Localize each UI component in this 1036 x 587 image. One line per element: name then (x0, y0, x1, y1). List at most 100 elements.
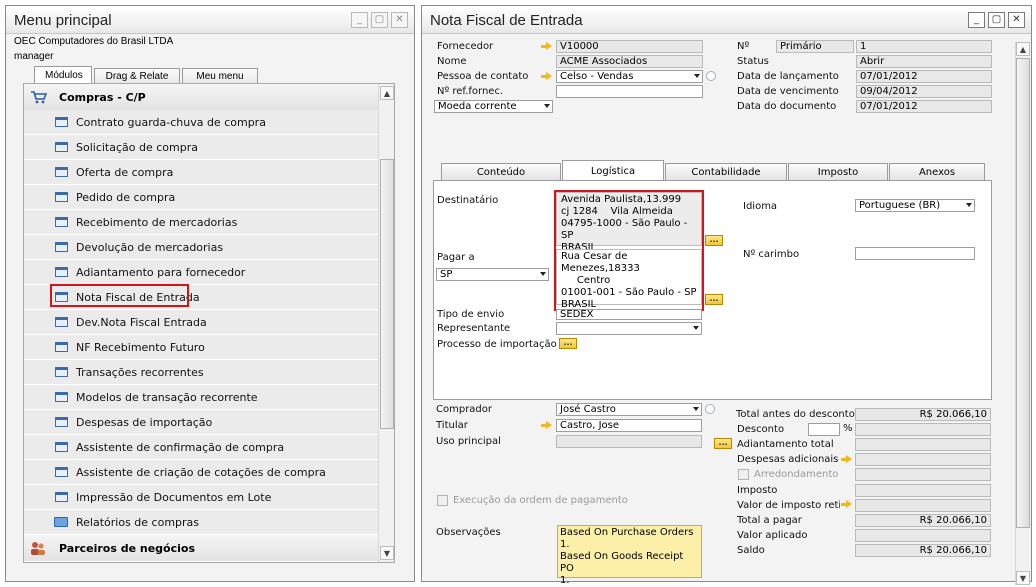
form-window-icon (55, 167, 68, 177)
section-parceiros-label: Parceiros de negócios (59, 541, 196, 555)
close-button[interactable]: ✕ (391, 12, 408, 28)
menu-item[interactable]: Relatórios de compras (24, 510, 379, 535)
obs-line: Based On Purchase Orders 1. (560, 527, 694, 550)
tab-contabilidade[interactable]: Contabilidade (665, 163, 787, 180)
menu-item[interactable]: Pedido de compra (24, 185, 379, 210)
representante-select[interactable] (556, 322, 702, 335)
despesas-value[interactable] (855, 453, 991, 466)
contato-link-arrow-icon[interactable] (541, 72, 552, 81)
menu-item-label: Impressão de Documentos em Lote (76, 490, 272, 504)
despesas-label: Despesas adicionais (737, 454, 839, 465)
tab-logistica[interactable]: Logística (562, 160, 664, 180)
carimbo-field[interactable] (855, 247, 975, 260)
pagar-select[interactable]: SP (436, 268, 549, 281)
menu-item[interactable]: Adiantamento para fornecedor (24, 260, 379, 285)
nf-close-button[interactable]: ✕ (1008, 12, 1025, 28)
destinatario-browse-button[interactable]: ... (705, 235, 723, 246)
serie-select[interactable]: Primário (776, 40, 854, 53)
form-window-icon (55, 142, 68, 152)
scroll-thumb[interactable] (380, 159, 394, 429)
form-scroll-up[interactable]: ▲ (1016, 42, 1030, 56)
percent-sign: % (843, 423, 853, 434)
pagar-browse-button[interactable]: ... (705, 294, 723, 305)
menu-item[interactable]: Oferta de compra (24, 160, 379, 185)
saldo-value[interactable]: R$ 20.066,10 (855, 544, 991, 557)
titular-field[interactable]: Castro, Jose (556, 419, 702, 432)
total-pagar-value[interactable]: R$ 20.066,10 (855, 514, 991, 527)
total-value[interactable]: R$ 20.066,10 (855, 408, 991, 421)
execucao-checkbox[interactable] (437, 495, 448, 506)
form-scrollbar[interactable]: ▲ ▼ (1015, 42, 1030, 585)
menu-item[interactable]: Assistente de confirmação de compra (24, 435, 379, 460)
arredondamento-value[interactable] (855, 468, 991, 481)
comprador-label: Comprador (436, 404, 493, 415)
info-icon[interactable] (706, 71, 716, 81)
nota-fiscal-titlebar: Nota Fiscal de Entrada _ ▢ ✕ (422, 6, 1031, 34)
scroll-down-button[interactable]: ▼ (380, 546, 394, 560)
section-parceiros[interactable]: Parceiros de negócios (24, 535, 379, 561)
idioma-select[interactable]: Portuguese (BR) (855, 199, 975, 212)
nota-fiscal-title: Nota Fiscal de Entrada (430, 12, 583, 29)
envio-select[interactable]: SEDEX (556, 309, 702, 320)
nf-minimize-button[interactable]: _ (968, 12, 985, 28)
comprador-info-icon[interactable] (705, 404, 715, 414)
form-scroll-down[interactable]: ▼ (1016, 571, 1030, 585)
desconto-percent-field[interactable] (808, 423, 840, 436)
menu-item[interactable]: Transações recorrentes (24, 360, 379, 385)
nf-maximize-button[interactable]: ▢ (988, 12, 1005, 28)
contato-select[interactable]: Celso - Vendas (556, 70, 703, 83)
ref-field[interactable] (556, 85, 703, 98)
menu-item[interactable]: Devolução de mercadorias (24, 235, 379, 260)
tab-conteudo[interactable]: Conteúdo (441, 163, 561, 180)
lancamento-field[interactable]: 07/01/2012 (856, 70, 992, 83)
retido-value[interactable] (855, 499, 991, 512)
menu-item-label: Solicitação de compra (76, 140, 198, 154)
minimize-button[interactable]: _ (351, 12, 368, 28)
observacoes-field[interactable]: Based On Purchase Orders 1. Based On Goo… (557, 525, 702, 586)
menu-item[interactable]: Impressão de Documentos em Lote (24, 485, 379, 510)
comprador-select[interactable]: José Castro (556, 403, 702, 416)
lancamento-label: Data de lançamento (737, 71, 839, 82)
uso-field[interactable] (556, 435, 702, 448)
nome-field[interactable]: ACME Associados (556, 55, 703, 68)
menu-item[interactable]: NF Recebimento Futuro (24, 335, 379, 360)
vencimento-field[interactable]: 09/04/2012 (856, 85, 992, 98)
maximize-button[interactable]: ▢ (371, 12, 388, 28)
tab-imposto[interactable]: Imposto (788, 163, 888, 180)
desconto-value[interactable] (855, 423, 991, 436)
retido-arrow-icon[interactable] (841, 500, 852, 509)
adiantamento-value[interactable] (855, 438, 991, 451)
processo-browse-button[interactable]: ... (559, 338, 577, 349)
form-scroll-thumb[interactable] (1016, 58, 1030, 528)
section-compras[interactable]: Compras - C/P (24, 84, 379, 110)
menu-scrollbar[interactable]: ▲ ▼ (378, 84, 394, 562)
fornecedor-label: Fornecedor (437, 41, 494, 52)
despesas-arrow-icon[interactable] (841, 455, 852, 464)
menu-item[interactable]: Dev.Nota Fiscal Entrada (24, 310, 379, 335)
arredondamento-checkbox[interactable] (738, 469, 749, 480)
menu-item-label: Relatórios de compras (76, 515, 200, 529)
uso-browse-button[interactable]: ... (714, 438, 732, 449)
company-name: OEC Computadores do Brasil LTDA (14, 36, 174, 47)
no-field[interactable]: 1 (856, 40, 992, 53)
moeda-select[interactable]: Moeda corrente (434, 100, 553, 113)
menu-item[interactable]: Despesas de importação (24, 410, 379, 435)
valor-aplicado-value[interactable] (855, 529, 991, 542)
obs-line: 1. (560, 575, 570, 586)
scroll-up-button[interactable]: ▲ (380, 86, 394, 100)
fornecedor-field[interactable]: V10000 (556, 40, 703, 53)
tab-anexos[interactable]: Anexos (889, 163, 985, 180)
menu-item[interactable]: Modelos de transação recorrente (24, 385, 379, 410)
link-arrow-icon[interactable] (541, 42, 552, 51)
titular-link-arrow-icon[interactable] (541, 421, 552, 430)
status-field[interactable]: Abrir (856, 55, 992, 68)
documento-field[interactable]: 07/01/2012 (856, 100, 992, 113)
menu-item[interactable]: Assistente de criação de cotações de com… (24, 460, 379, 485)
menu-item-label: Adiantamento para fornecedor (76, 265, 246, 279)
imposto-value[interactable] (855, 484, 991, 497)
menu-item[interactable]: Recebimento de mercadorias (24, 210, 379, 235)
menu-item-label: Oferta de compra (76, 165, 174, 179)
envio-label: Tipo de envio (437, 309, 505, 320)
menu-item[interactable]: Solicitação de compra (24, 135, 379, 160)
menu-item[interactable]: Contrato guarda-chuva de compra (24, 110, 379, 135)
